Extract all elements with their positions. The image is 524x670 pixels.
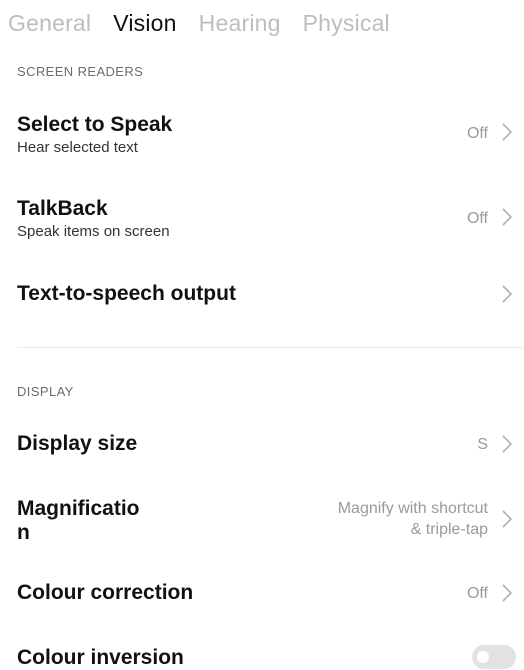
setting-title: Magnificatio [17, 497, 140, 520]
setting-title-wrap: n [17, 521, 30, 544]
section-divider [17, 347, 524, 348]
setting-display-size[interactable]: Display size S [0, 422, 524, 466]
toggle-knob [477, 651, 489, 663]
setting-talkback[interactable]: TalkBack Speak items on screen Off [0, 190, 524, 250]
category-tabs: General Vision Hearing Physical [8, 0, 524, 46]
chevron-right-icon [498, 508, 516, 530]
section-header-screen-readers: SCREEN READERS [17, 64, 144, 79]
setting-text-to-speech-output[interactable]: Text-to-speech output [0, 272, 524, 316]
setting-title: Colour inversion [17, 646, 184, 669]
setting-colour-correction[interactable]: Colour correction Off [0, 572, 524, 616]
chevron-right-icon [498, 283, 516, 305]
setting-magnification[interactable]: Magnificatio n Magnify with shortcut & t… [0, 492, 524, 552]
tab-physical[interactable]: Physical [303, 10, 390, 37]
tab-vision[interactable]: Vision [113, 10, 176, 37]
setting-value: Magnify with shortcut [337, 500, 488, 517]
tab-general[interactable]: General [8, 10, 91, 37]
colour-inversion-toggle[interactable] [472, 645, 516, 669]
chevron-right-icon [498, 121, 516, 143]
setting-title: Select to Speak [17, 113, 173, 136]
chevron-right-icon [498, 206, 516, 228]
setting-title: TalkBack [17, 197, 108, 220]
chevron-right-icon [498, 433, 516, 455]
setting-subtitle: Hear selected text [17, 139, 138, 156]
setting-select-to-speak[interactable]: Select to Speak Hear selected text Off [0, 106, 524, 166]
section-header-display: DISPLAY [17, 384, 74, 399]
setting-colour-inversion[interactable]: Colour inversion [0, 640, 524, 669]
setting-subtitle: Speak items on screen [17, 223, 170, 240]
setting-value-wrap: & triple-tap [410, 521, 488, 538]
tab-hearing[interactable]: Hearing [199, 10, 281, 37]
setting-title: Display size [17, 432, 138, 455]
setting-title: Colour correction [17, 581, 194, 604]
setting-value: Off [466, 125, 488, 142]
setting-value: Off [466, 585, 488, 602]
chevron-right-icon [498, 582, 516, 604]
setting-value: Off [466, 210, 488, 227]
setting-title: Text-to-speech output [17, 282, 236, 305]
setting-value: S [477, 436, 488, 453]
